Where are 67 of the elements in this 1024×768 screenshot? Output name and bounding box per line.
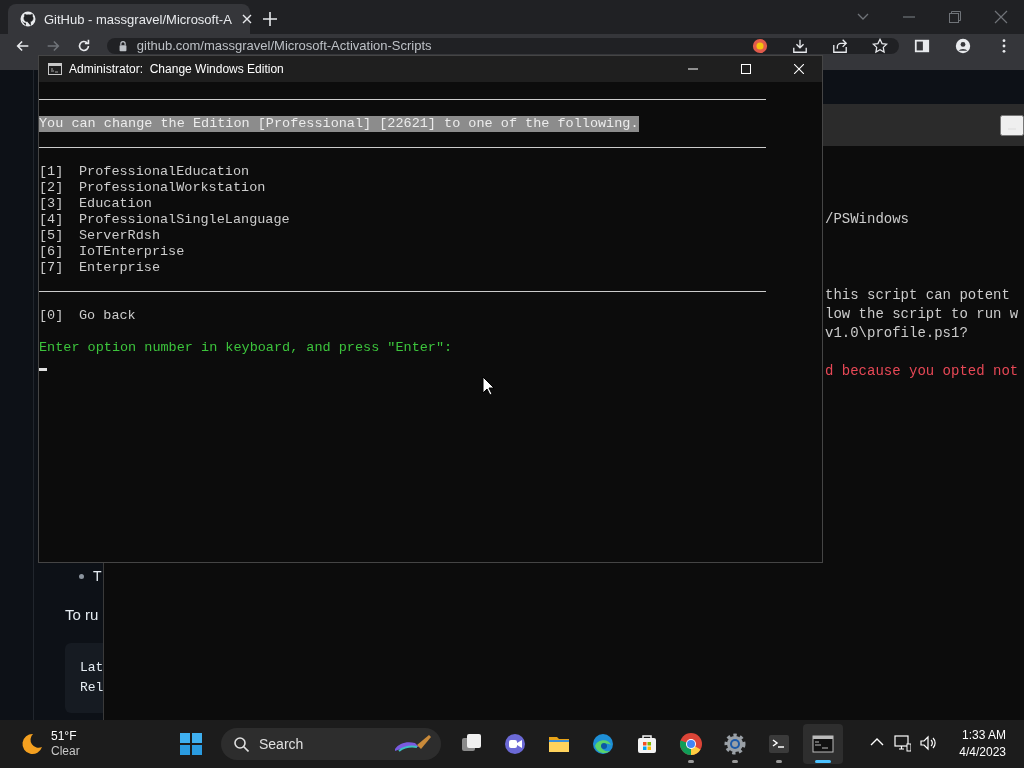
start-icon — [179, 732, 203, 756]
maximize-icon — [741, 64, 751, 74]
error-line: d because you opted not — [825, 362, 1020, 381]
console-app-icon — [48, 63, 62, 75]
option-label: Enterprise — [79, 260, 160, 276]
option-label: Education — [79, 196, 152, 212]
restore-icon — [948, 10, 962, 24]
close-icon — [794, 64, 804, 74]
temperature-text: 51°F — [51, 729, 78, 744]
terminal-line: /PSWindows — [825, 210, 910, 229]
option-number: [1] — [39, 164, 65, 180]
weather-widget[interactable]: 51°F Clear — [0, 729, 80, 759]
side-panel-icon — [914, 38, 930, 54]
address-bar[interactable]: github.com/massgravel/Microsoft-Activation-Scripts — [106, 38, 899, 54]
option-number: [0] — [39, 308, 65, 324]
option-number: [2] — [39, 180, 65, 196]
option-label: Go back — [79, 308, 136, 324]
option-label: ProfessionalWorkstation — [79, 180, 266, 196]
reload-icon — [76, 38, 92, 54]
volume-icon — [919, 733, 938, 752]
bullet-icon — [79, 573, 84, 579]
highlighted-text: You can change the Edition [Professional] [22621] to one of the following. — [39, 116, 639, 132]
close-icon — [994, 10, 1008, 24]
minimize-button[interactable] — [1000, 114, 1024, 136]
round-browser-icon — [679, 732, 703, 756]
extension-icon — [752, 38, 768, 54]
profile-icon — [955, 38, 971, 54]
terminal-line: this script can potent — [825, 286, 1011, 305]
option-number: [5] — [39, 228, 65, 244]
option-label: ProfessionalEducation — [79, 164, 250, 180]
swirl-browser-icon — [591, 732, 615, 756]
option-label: ServerRdsh — [79, 228, 160, 244]
paragraph-text: To ru — [65, 606, 100, 623]
share-icon — [832, 38, 848, 54]
option-number: [4] — [39, 212, 65, 228]
back-icon — [14, 38, 31, 54]
list-item-text: T — [93, 568, 102, 584]
option-number: [6] — [39, 244, 65, 260]
option-number: [3] — [39, 196, 65, 212]
option-number: [7] — [39, 260, 65, 276]
forward-icon — [45, 38, 62, 54]
network-button[interactable] — [893, 733, 912, 755]
option-label: IoTEnterprise — [79, 244, 185, 260]
store-icon — [635, 732, 659, 756]
search-icon — [233, 736, 249, 752]
console-button[interactable] — [803, 724, 843, 764]
text-cursor — [39, 367, 47, 371]
search-button[interactable]: Search — [221, 728, 441, 760]
bookmark-star-icon — [872, 38, 888, 54]
gear-icon — [723, 732, 747, 756]
pointer-cursor-icon — [482, 376, 495, 396]
video-chat-icon — [503, 732, 527, 756]
github-cat-icon — [20, 11, 36, 27]
download-icon — [792, 38, 808, 54]
console-icon — [811, 732, 835, 756]
address-text: github.com/massgravel/Microsoft-Activation-Scripts — [136, 39, 433, 53]
weather-condition: Clear — [51, 744, 80, 759]
new-tab-icon — [262, 11, 278, 27]
window-title: Administrator: Change Windows Edition — [69, 62, 285, 76]
network-icon — [893, 733, 912, 752]
terminal-line: v1.0\profile.ps1? — [825, 324, 969, 343]
terminal-icon — [767, 732, 791, 756]
clock[interactable]: 1:33 AM 4/4/2023 — [959, 727, 1006, 761]
browser-tab[interactable]: GitHub - massgravel/Microsoft-A — [8, 4, 250, 34]
prompt-text: Enter option number in keyboard, and press "Enter": — [39, 340, 453, 356]
option-label: ProfessionalSingleLanguage — [79, 212, 290, 228]
terminal-line: low the script to run w — [825, 305, 1020, 324]
